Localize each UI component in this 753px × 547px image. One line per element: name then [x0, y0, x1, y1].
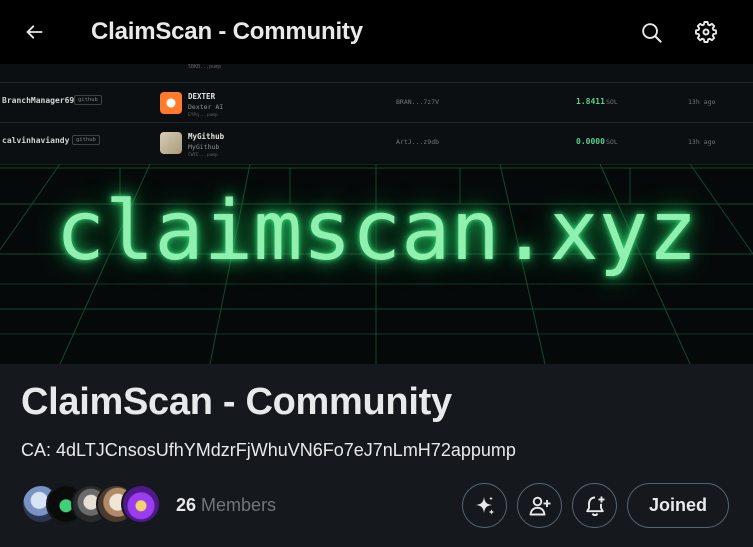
token-name: MyGithub: [188, 132, 225, 141]
community-description: CA: 4dLTJCnsosUfhYMdzrFjWhuVN6Fo7eJ7nLmH…: [21, 440, 516, 460]
add-member-icon: [529, 496, 550, 515]
token-name: DEXTER: [188, 92, 216, 101]
avatar: [121, 484, 161, 524]
row-time: 13h ago: [688, 138, 716, 146]
row-time: 13h ago: [688, 98, 716, 106]
row-address: BRAN...7z7V: [396, 98, 440, 106]
members-label: Members: [201, 495, 277, 515]
community-banner[interactable]: 5BKB...pump BranchManager69 github DEXTE…: [0, 64, 753, 364]
table-snippet: 5BKB...pump: [188, 64, 222, 70]
joined-button[interactable]: Joined: [627, 483, 729, 528]
row-amount: 1.8411: [576, 97, 605, 106]
gear-icon: [695, 21, 717, 43]
token-subname: MyGithub: [188, 143, 220, 151]
members-count[interactable]: 26 Members: [176, 495, 276, 516]
top-bar: ClaimScan - Community: [0, 0, 753, 64]
token-subname: Dexter AI: [188, 103, 224, 111]
members-number: 26: [176, 495, 197, 515]
grok-summary-button[interactable]: [462, 483, 507, 528]
token-address: CWTE...pump: [188, 153, 218, 158]
github-tag: github: [72, 135, 100, 145]
row-user: calvinhaviandy: [2, 136, 70, 145]
token-logo: [160, 132, 182, 154]
row-address: ArtJ...z9db: [396, 138, 440, 146]
token-address: EYPq...pump: [188, 113, 218, 118]
table-row: BranchManager69 github DEXTER Dexter AI …: [0, 82, 753, 122]
banner-table-preview: 5BKB...pump BranchManager69 github DEXTE…: [0, 64, 753, 164]
token-logo: [160, 92, 182, 114]
page-title: ClaimScan - Community: [91, 18, 363, 45]
row-user: BranchManager69: [2, 96, 75, 105]
member-avatars[interactable]: [21, 484, 161, 526]
settings-button[interactable]: [686, 12, 726, 52]
sparkle-icon: [475, 496, 494, 515]
search-icon: [641, 22, 662, 43]
invite-member-button[interactable]: [517, 483, 562, 528]
row-amount: 0.0000: [576, 137, 605, 146]
back-arrow-icon: [26, 25, 43, 39]
community-title: ClaimScan - Community: [21, 381, 452, 423]
search-button[interactable]: [631, 12, 671, 52]
row-unit: SOL: [606, 98, 618, 106]
row-unit: SOL: [606, 138, 618, 146]
back-button[interactable]: [14, 12, 54, 52]
github-tag: github: [74, 95, 102, 105]
notifications-button[interactable]: [572, 483, 617, 528]
table-row: calvinhaviandy github MyGithub MyGithub …: [0, 122, 753, 162]
banner-headline: claimscan.xyz: [55, 184, 698, 279]
notification-bell-icon: [585, 496, 604, 516]
